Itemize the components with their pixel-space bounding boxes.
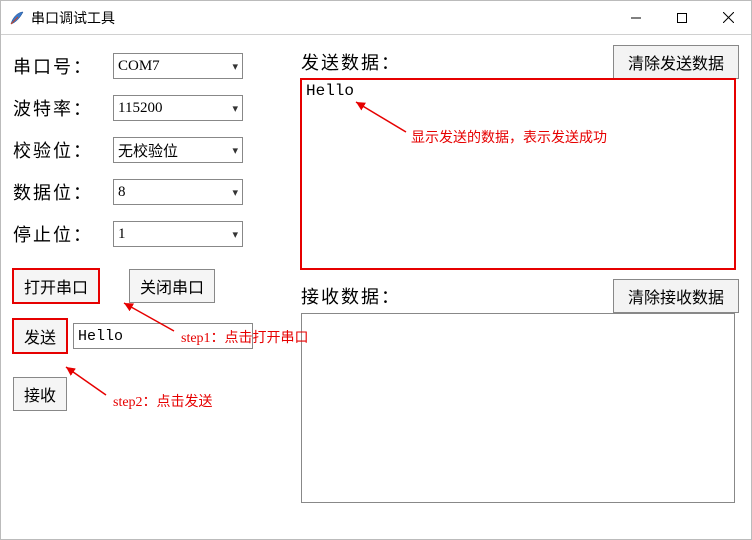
recv-button[interactable]: 接收 bbox=[13, 377, 67, 411]
chevron-down-icon: ▾ bbox=[232, 228, 238, 241]
config-panel: 串口号： COM7 ▾ 波特率： 115200 ▾ 校验位： 无校验位 ▾ 数据… bbox=[13, 45, 293, 411]
send-input[interactable] bbox=[73, 323, 253, 349]
data-panel: 发送数据： 清除发送数据 Hello 接收数据： 清除接收数据 bbox=[301, 45, 739, 503]
baud-combo[interactable]: 115200 ▾ bbox=[113, 95, 243, 121]
recv-display[interactable] bbox=[301, 313, 735, 503]
minimize-button[interactable] bbox=[613, 1, 659, 34]
clear-recv-button[interactable]: 清除接收数据 bbox=[613, 279, 739, 313]
chevron-down-icon: ▾ bbox=[232, 144, 238, 157]
send-section-label: 发送数据： bbox=[301, 49, 401, 75]
baud-label: 波特率： bbox=[13, 95, 113, 121]
window-title: 串口调试工具 bbox=[31, 8, 115, 28]
port-label: 串口号： bbox=[13, 53, 113, 79]
stopbits-value: 1 bbox=[118, 226, 126, 243]
databits-value: 8 bbox=[118, 184, 126, 201]
parity-value: 无校验位 bbox=[118, 140, 178, 161]
databits-label: 数据位： bbox=[13, 179, 113, 205]
chevron-down-icon: ▾ bbox=[232, 102, 238, 115]
port-value: COM7 bbox=[118, 58, 160, 75]
parity-combo[interactable]: 无校验位 ▾ bbox=[113, 137, 243, 163]
chevron-down-icon: ▾ bbox=[232, 186, 238, 199]
baud-value: 115200 bbox=[118, 100, 162, 117]
recv-section-label: 接收数据： bbox=[301, 283, 401, 309]
close-button[interactable] bbox=[705, 1, 751, 34]
port-combo[interactable]: COM7 ▾ bbox=[113, 53, 243, 79]
send-display[interactable]: Hello bbox=[301, 79, 735, 269]
chevron-down-icon: ▾ bbox=[232, 60, 238, 73]
maximize-button[interactable] bbox=[659, 1, 705, 34]
window-controls bbox=[613, 1, 751, 34]
clear-send-button[interactable]: 清除发送数据 bbox=[613, 45, 739, 79]
stopbits-label: 停止位： bbox=[13, 221, 113, 247]
stopbits-combo[interactable]: 1 ▾ bbox=[113, 221, 243, 247]
databits-combo[interactable]: 8 ▾ bbox=[113, 179, 243, 205]
parity-label: 校验位： bbox=[13, 137, 113, 163]
close-port-button[interactable]: 关闭串口 bbox=[129, 269, 215, 303]
open-port-button[interactable]: 打开串口 bbox=[13, 269, 99, 303]
app-icon bbox=[9, 10, 25, 26]
send-button[interactable]: 发送 bbox=[13, 319, 67, 353]
titlebar: 串口调试工具 bbox=[1, 1, 751, 35]
